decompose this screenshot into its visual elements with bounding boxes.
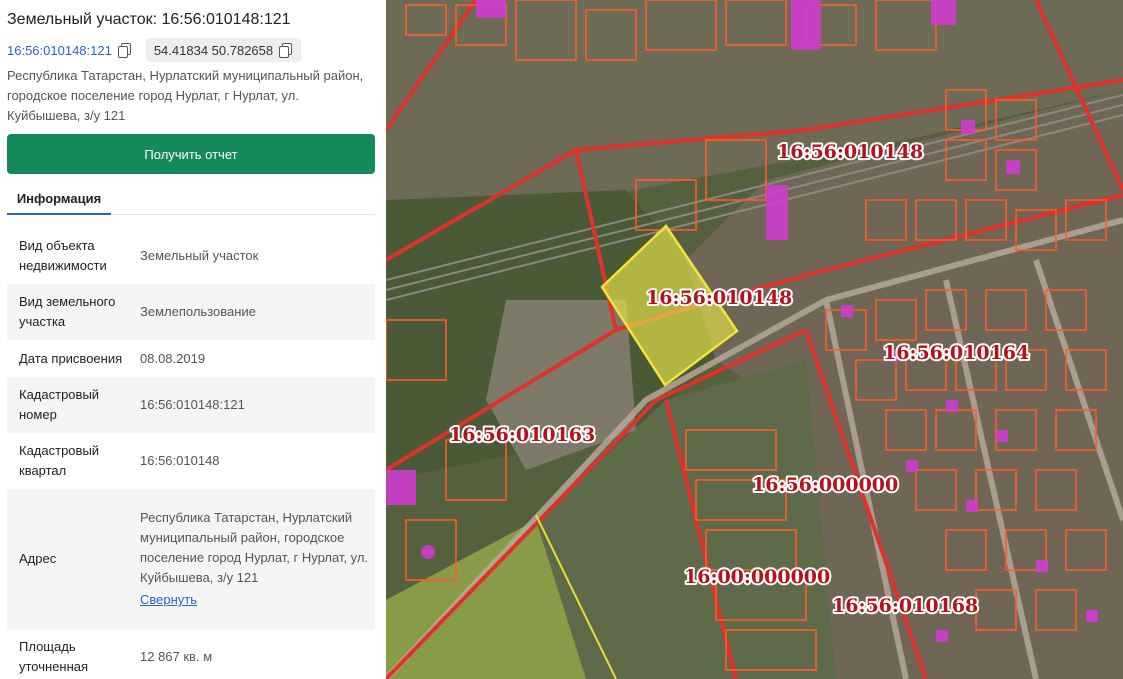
copy-icon[interactable] <box>117 43 132 58</box>
row-key: Площадь уточненная <box>19 639 89 674</box>
row-key: Кадастровый номер <box>19 387 100 422</box>
table-row: Вид земельного участка Землепользование <box>7 284 375 340</box>
property-table: Вид объекта недвижимости Земельный участ… <box>7 228 375 679</box>
row-value: Землепользование <box>140 304 256 319</box>
row-key: Кадастровый квартал <box>19 443 100 478</box>
page-title: Земельный участок: 16:56:010148:121 <box>7 11 291 28</box>
coordinates-text: 54.41834 50.782658 <box>153 42 274 58</box>
identifier-row: 16:56:010148:121 54.41834 50.782658 <box>7 38 302 62</box>
row-value: Земельный участок <box>140 248 259 263</box>
copy-icon[interactable] <box>279 43 293 58</box>
quarter-label: 16:56:010164 <box>883 342 1029 364</box>
row-key: Адрес <box>19 551 57 566</box>
tab-information[interactable]: Информация <box>7 184 111 215</box>
info-panel: Земельный участок: 16:56:010148:121 16:5… <box>0 0 386 679</box>
row-value: Республика Татарстан, Нурлатский муницип… <box>128 508 375 610</box>
row-value: 12 867 кв. м <box>140 649 213 664</box>
get-report-button[interactable]: Получить отчет <box>7 134 375 174</box>
row-value: 16:56:010148:121 <box>140 397 245 412</box>
quarter-label: 16:56:010148 <box>646 287 792 309</box>
row-value: 08.08.2019 <box>140 350 206 366</box>
tab-divider <box>111 214 375 215</box>
table-row: Адрес Республика Татарстан, Нурлатский м… <box>7 489 375 629</box>
coordinates-chip: 54.41834 50.782658 <box>145 38 302 62</box>
table-row: Кадастровый квартал 16:56:010148 <box>7 433 375 489</box>
quarter-label: 16:56:010168 <box>832 595 978 617</box>
quarter-label: 16:56:000000 <box>752 474 898 496</box>
address-text: Республика Татарстан, Нурлатский муницип… <box>7 68 364 123</box>
row-key: Вид объекта недвижимости <box>19 238 107 273</box>
table-row: Дата присвоения 08.08.2019 <box>7 340 375 377</box>
quarter-label: 16:56:010163 <box>449 424 595 446</box>
map-canvas[interactable]: 16:56:010148 16:56:010148 16:56:010164 1… <box>386 0 1123 679</box>
address-value: Республика Татарстан, Нурлатский муницип… <box>140 510 369 585</box>
table-row: Вид объекта недвижимости Земельный участ… <box>7 228 375 284</box>
row-value: 16:56:010148 <box>140 453 220 468</box>
cadastral-number-link[interactable]: 16:56:010148:121 <box>7 43 112 58</box>
table-row: Кадастровый номер 16:56:010148:121 <box>7 377 375 433</box>
row-key: Вид земельного участка <box>19 294 116 329</box>
quarter-label: 16:00:000000 <box>684 566 830 588</box>
quarter-label: 16:56:010148 <box>777 141 923 163</box>
cadastral-map[interactable]: 16:56:010148 16:56:010148 16:56:010164 1… <box>386 0 1123 679</box>
table-row: Площадь уточненная 12 867 кв. м <box>7 629 375 679</box>
collapse-link[interactable]: Свернуть <box>140 590 375 610</box>
row-key: Дата присвоения <box>19 350 123 366</box>
